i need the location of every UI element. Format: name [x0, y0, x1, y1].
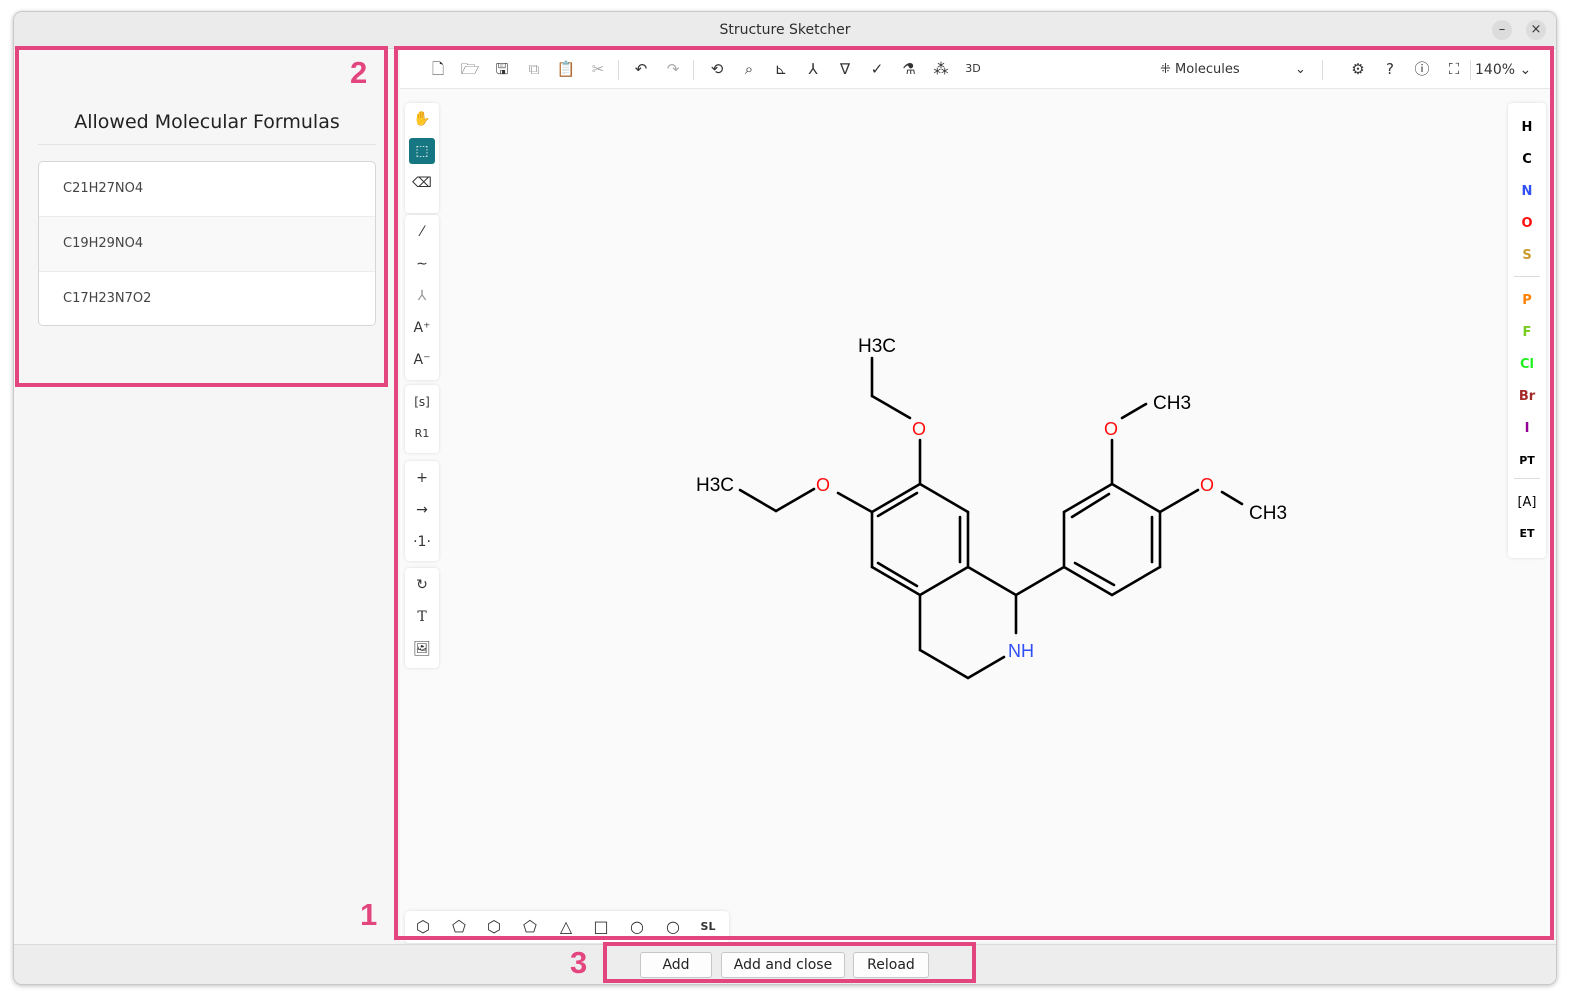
callout-formulas: [15, 46, 388, 387]
close-button[interactable]: ×: [1526, 20, 1546, 40]
title-bar: Structure Sketcher – ×: [14, 12, 1556, 49]
callout-number-buttons: 3: [570, 945, 588, 980]
minimize-button[interactable]: –: [1492, 20, 1512, 40]
callout-number-formulas: 2: [350, 55, 368, 90]
callout-editor: [394, 46, 1554, 940]
window-title: Structure Sketcher: [719, 22, 851, 38]
callout-number-editor: 1: [360, 897, 378, 932]
callout-buttons: [603, 942, 976, 983]
